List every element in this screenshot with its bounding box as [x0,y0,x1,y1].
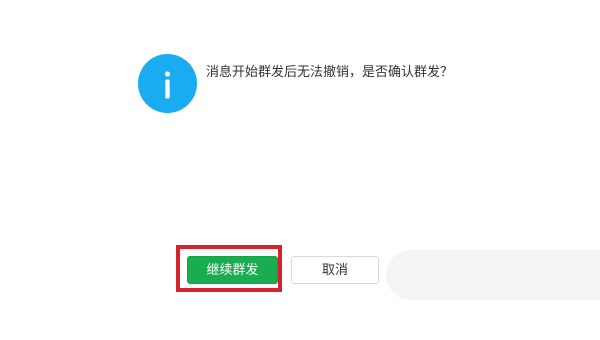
cancel-button[interactable]: 取消 [291,256,379,284]
info-icon [138,54,197,113]
continue-mass-send-button[interactable]: 继续群发 [187,256,278,284]
confirm-message: 消息开始群发后无法撤销，是否确认群发？ [206,65,454,80]
faded-background-panel [386,250,600,300]
mass-send-confirm-dialog: 消息开始群发后无法撤销，是否确认群发？ 继续群发 取消 [0,0,600,340]
